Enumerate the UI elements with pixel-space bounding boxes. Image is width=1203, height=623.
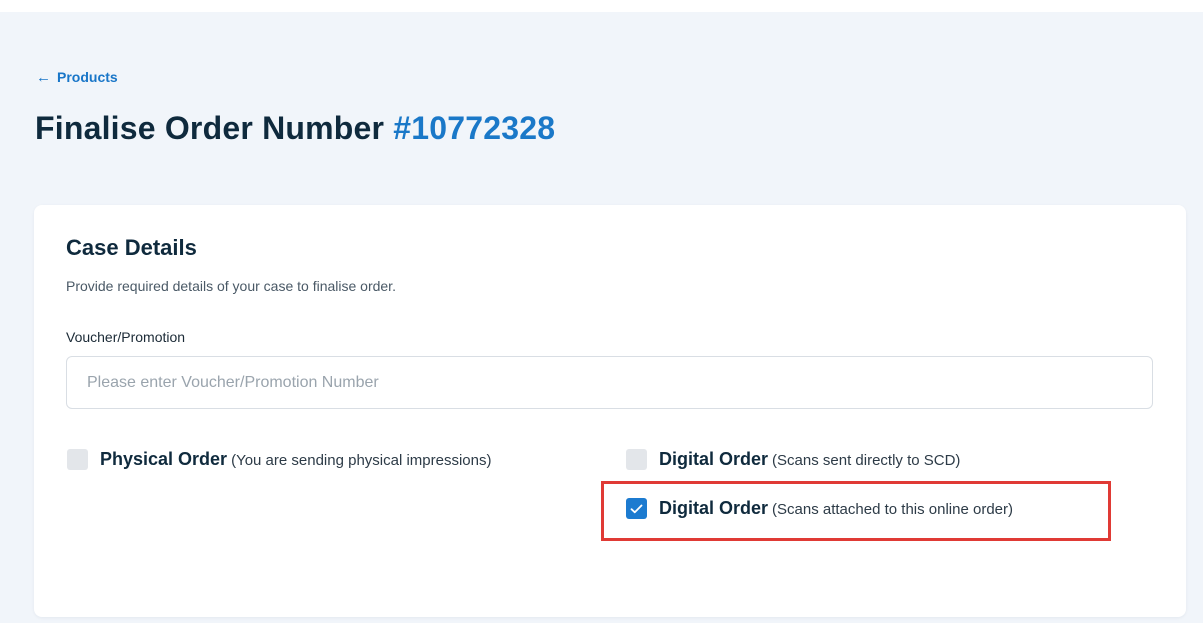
option-label: Digital Order [659,498,769,518]
page-title-text: Finalise Order Number [35,110,385,146]
voucher-field-label: Voucher/Promotion [66,329,186,345]
digital-order-scd-option[interactable]: Digital Order (Scans sent directly to SCD… [626,449,960,470]
page-title: Finalise Order Number #10772328 [35,110,555,147]
back-to-products-link[interactable]: ← Products [36,69,118,85]
case-details-subtitle: Provide required details of your case to… [66,278,396,294]
arrow-left-icon: ← [36,68,51,86]
checkmark-icon [630,504,643,513]
case-details-card: Case Details Provide required details of… [34,205,1186,617]
digital-order-online-checkbox[interactable] [626,498,647,519]
digital-order-online-option[interactable]: Digital Order (Scans attached to this onl… [626,498,1013,519]
back-link-label: Products [57,69,118,85]
physical-order-text: Physical Order (You are sending physical … [100,449,492,470]
physical-order-option[interactable]: Physical Order (You are sending physical … [67,449,492,470]
digital-order-scd-text: Digital Order (Scans sent directly to SCD… [659,449,960,470]
case-details-title: Case Details [66,235,197,260]
option-note: (Scans sent directly to SCD) [772,452,961,469]
digital-order-scd-checkbox[interactable] [626,449,647,470]
voucher-input[interactable] [66,356,1153,409]
digital-order-online-text: Digital Order (Scans attached to this onl… [659,498,1013,519]
order-number: #10772328 [393,110,556,146]
physical-order-checkbox[interactable] [67,449,88,470]
option-label: Digital Order [659,449,769,469]
option-note: (Scans attached to this online order) [772,501,1013,518]
option-note: (You are sending physical impressions) [231,452,492,469]
option-label: Physical Order [100,449,228,469]
